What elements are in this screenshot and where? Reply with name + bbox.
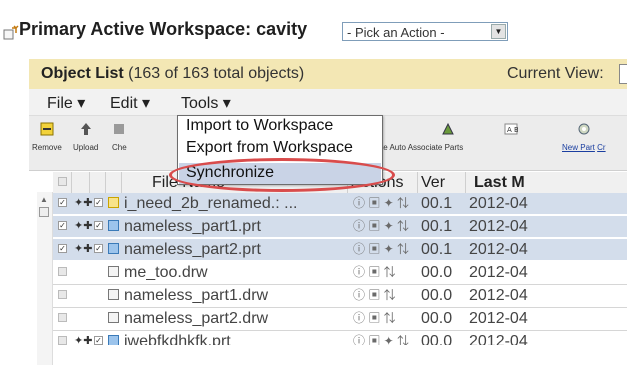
file-name-link[interactable]: nameless_part2.drw (124, 308, 346, 329)
workspace-title: Primary Active Workspace: cavity (19, 19, 308, 39)
current-view-label: Current View: (507, 65, 604, 82)
workspace-header: Primary Active Workspace: cavity - Pick … (0, 0, 627, 58)
last-modified-value: 2012-04 (469, 287, 528, 304)
drawing-file-icon (108, 312, 119, 323)
row-checkbox[interactable] (58, 267, 67, 276)
last-modified-value: 2012-04 (469, 218, 528, 235)
menu-edit[interactable]: Edit ▾ (110, 93, 150, 113)
version-value: 00.0 (421, 287, 453, 304)
select-all-column (53, 172, 72, 193)
last-modified-value: 2012-04 (469, 333, 528, 345)
svg-text:A B: A B (507, 126, 518, 134)
version-value: 00.1 (421, 218, 453, 235)
file-name-link[interactable]: nameless_part2.prt (124, 239, 346, 260)
in-workspace-checkbox: ✓ (94, 336, 103, 345)
menu-item-export-from-workspace[interactable]: Export from Workspace (186, 139, 353, 157)
in-workspace-checkbox: ✓ (94, 221, 103, 230)
annotation-highlight-ring (169, 158, 395, 192)
pick-action-value: - Pick an Action - (347, 25, 445, 40)
last-modified-value: 2012-04 (469, 195, 528, 212)
row-actions-icons[interactable]: ⓘ ▣ ✦ ⇅ (353, 216, 409, 237)
version-value: 00.1 (421, 241, 453, 258)
row-checkbox[interactable] (58, 336, 67, 345)
select-all-checkbox[interactable] (58, 177, 67, 186)
workspace-icon (3, 25, 19, 40)
status-column-header (72, 172, 90, 193)
version-value: 00.0 (421, 333, 453, 345)
scroll-thumb[interactable] (39, 207, 49, 217)
file-name-link[interactable]: i_need_2b_renamed.: ... (124, 193, 346, 214)
part-file-icon (108, 220, 119, 231)
last-modified-value: 2012-04 (469, 264, 528, 281)
row-actions-icons[interactable]: ⓘ ▣ ⇅ (353, 308, 396, 329)
chevron-down-icon[interactable]: ▼ (491, 24, 506, 39)
menu-bar: File ▾ Edit ▾ Tools ▾ (29, 89, 627, 116)
modified-status-icon: ✦✚ (74, 243, 93, 255)
modified-status-icon: ✦✚ (74, 335, 93, 345)
status-column-header-2 (90, 172, 106, 193)
version-value: 00.0 (421, 310, 453, 327)
upload-button[interactable]: Upload (73, 122, 98, 152)
remove-button[interactable]: Remove (32, 122, 62, 152)
file-name-link[interactable]: nameless_part1.prt (124, 216, 346, 237)
menu-item-import-to-workspace[interactable]: Import to Workspace (186, 117, 333, 135)
row-actions-icons[interactable]: ⓘ ▣ ✦ ⇅ (353, 239, 409, 260)
file-name-link[interactable]: nameless_part1.drw (124, 285, 346, 306)
row-actions-icons[interactable]: ⓘ ▣ ✦ ⇅ (353, 331, 409, 345)
row-checkbox[interactable]: ✓ (58, 244, 67, 253)
part-file-icon (108, 335, 119, 345)
menu-file[interactable]: File ▾ (47, 93, 85, 113)
new-part-button[interactable]: New Part Cr (562, 122, 606, 152)
new-part-icon (578, 123, 590, 135)
last-modified-value: 2012-04 (469, 310, 528, 327)
type-column-header (106, 172, 122, 193)
table-row[interactable]: nameless_part2.drw ⓘ ▣ ⇅ 00.0 2012-04 (53, 308, 627, 329)
table-row[interactable]: ✓ ✦✚ ✓ nameless_part2.prt ⓘ ▣ ✦ ⇅ 00.1 2… (53, 239, 627, 260)
row-checkbox[interactable]: ✓ (58, 198, 67, 207)
scroll-up-icon[interactable]: ▲ (40, 195, 48, 204)
file-name-link[interactable]: iwebfkdhkfk.prt (124, 331, 346, 345)
revise-icon: A B (504, 123, 518, 135)
part-file-icon (108, 243, 119, 254)
pick-action-select[interactable]: - Pick an Action - ▼ (342, 22, 508, 41)
row-actions-icons[interactable]: ⓘ ▣ ✦ ⇅ (353, 193, 409, 214)
drawing-file-icon (108, 266, 119, 277)
modified-status-icon: ✦✚ (74, 220, 93, 232)
row-checkbox[interactable] (58, 313, 67, 322)
object-list-bar: Object List (163 of 163 total objects) C… (29, 59, 627, 89)
table-row[interactable]: ✦✚ ✓ iwebfkdhkfk.prt ⓘ ▣ ✦ ⇅ 00.0 2012-0… (53, 331, 627, 345)
remove-icon (40, 122, 54, 136)
row-checkbox[interactable] (58, 290, 67, 299)
associate-icon (442, 122, 454, 135)
auto-associate-parts-button[interactable]: te Auto Associate Parts (381, 122, 463, 152)
list-scrollbar[interactable]: ▲ (37, 192, 53, 365)
in-workspace-checkbox: ✓ (94, 198, 103, 207)
table-row[interactable]: me_too.drw ⓘ ▣ ⇅ 00.0 2012-04 (53, 262, 627, 283)
checkin-icon (114, 124, 125, 134)
current-view-select[interactable] (619, 64, 627, 84)
checkin-button[interactable]: Che (112, 122, 127, 152)
table-row[interactable]: ✓ ✦✚ ✓ nameless_part1.prt ⓘ ▣ ✦ ⇅ 00.1 2… (53, 216, 627, 237)
last-modified-value: 2012-04 (469, 241, 528, 258)
row-checkbox[interactable]: ✓ (58, 221, 67, 230)
last-modified-column-header[interactable]: Last M (466, 172, 627, 193)
upload-icon (80, 123, 91, 135)
revise-button[interactable]: A B (504, 122, 518, 143)
part-file-icon (108, 197, 119, 208)
table-row[interactable]: ✓ ✦✚ ✓ i_need_2b_renamed.: ... ⓘ ▣ ✦ ⇅ 0… (53, 193, 627, 214)
version-column-header[interactable]: Ver (418, 172, 466, 193)
file-name-link[interactable]: me_too.drw (124, 262, 346, 283)
row-actions-icons[interactable]: ⓘ ▣ ⇅ (353, 285, 396, 306)
version-value: 00.0 (421, 264, 453, 281)
in-workspace-checkbox: ✓ (94, 244, 103, 253)
menu-tools[interactable]: Tools ▾ (181, 93, 231, 113)
table-row[interactable]: nameless_part1.drw ⓘ ▣ ⇅ 00.0 2012-04 (53, 285, 627, 306)
version-value: 00.1 (421, 195, 453, 212)
modified-status-icon: ✦✚ (74, 197, 93, 209)
object-list-heading: Object List (163 of 163 total objects) (41, 65, 305, 82)
row-actions-icons[interactable]: ⓘ ▣ ⇅ (353, 262, 396, 283)
drawing-file-icon (108, 289, 119, 300)
